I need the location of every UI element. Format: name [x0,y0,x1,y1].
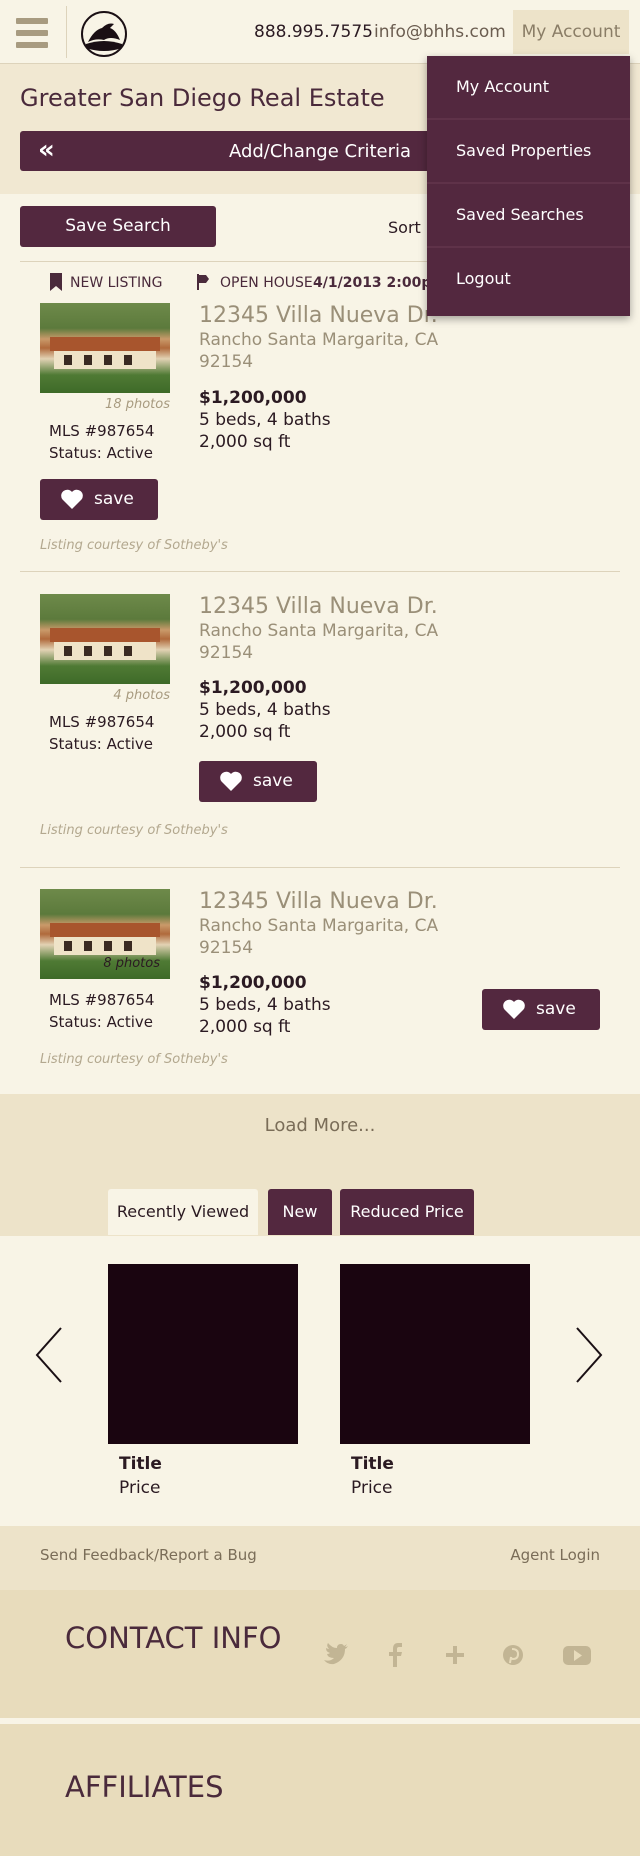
facebook-icon[interactable] [380,1640,410,1670]
photo-count: 8 photos [103,956,160,971]
recently-viewed-carousel [0,1236,640,1526]
menu-icon[interactable] [16,18,48,48]
mls-number: MLS #987654 [49,713,155,731]
listing-sqft: 2,000 sq ft [199,1017,291,1037]
contact-info-heading: CONTACT INFO [65,1621,282,1655]
photo-count: 4 photos [113,688,170,703]
listing-price: $1,200,000 [199,678,307,698]
listing-photo[interactable] [40,303,170,393]
listing-city: Rancho Santa Margarita, CA [199,621,439,641]
property-card-image[interactable] [340,1264,530,1444]
agent-login-link[interactable]: Agent Login [510,1546,600,1564]
property-card-title[interactable]: Title [351,1454,394,1474]
affiliates-heading: AFFILIATES [65,1770,224,1804]
footer-links: Send Feedback/Report a Bug Agent Login [0,1526,640,1590]
save-search-button[interactable]: Save Search [20,206,216,247]
mls-number: MLS #987654 [49,422,155,440]
header-phone-link[interactable]: 888.995.7575 [254,22,373,42]
listing-address[interactable]: 12345 Villa Nueva Dr. [199,303,438,328]
tab-recently-viewed[interactable]: Recently Viewed [108,1189,258,1235]
header-email-link[interactable]: info@bhhs.com [374,22,506,42]
listing-status: Status: Active [49,1013,154,1031]
heart-icon [61,489,83,509]
listing-sqft: 2,000 sq ft [199,432,291,452]
listing-photo[interactable] [40,594,170,684]
listing-beds-baths: 5 beds, 4 baths [199,410,331,430]
menu-item-logout[interactable]: Logout [427,248,630,310]
heart-icon [220,771,242,791]
listing-price: $1,200,000 [199,973,307,993]
menu-item-my-account[interactable]: My Account [427,56,630,118]
listing-zip: 92154 [199,938,254,958]
listing-address[interactable]: 12345 Villa Nueva Dr. [199,594,438,619]
twitter-icon[interactable] [320,1640,350,1670]
tab-new[interactable]: New [268,1189,332,1235]
my-account-button[interactable]: My Account [513,10,629,54]
load-more-button[interactable]: Load More... [0,1094,640,1158]
property-card-image[interactable] [108,1264,298,1444]
listing-status: Status: Active [49,444,154,462]
menu-item-saved-searches[interactable]: Saved Searches [427,184,630,246]
property-card-title[interactable]: Title [119,1454,162,1474]
listing-beds-baths: 5 beds, 4 baths [199,700,331,720]
divider [20,571,620,572]
listing-sqft: 2,000 sq ft [199,722,291,742]
listing-courtesy: Listing courtesy of Sotheby's [40,823,228,838]
page-title: Greater San Diego Real Estate [20,84,385,112]
property-card-price: Price [119,1478,161,1498]
property-card-price: Price [351,1478,393,1498]
pinterest-icon[interactable] [498,1640,528,1670]
site-header: 888.995.7575 info@bhhs.com My Account [0,0,640,64]
listing-beds-baths: 5 beds, 4 baths [199,995,331,1015]
chevron-right-icon[interactable] [574,1326,604,1384]
save-label: save [94,489,134,509]
divider [20,867,620,868]
listing-price: $1,200,000 [199,388,307,408]
listing-zip: 92154 [199,352,254,372]
new-listing-badge: NEW LISTING [70,275,163,291]
mls-number: MLS #987654 [49,991,155,1009]
listing-address[interactable]: 12345 Villa Nueva Dr. [199,889,438,914]
open-house-badge: OPEN HOUSE [220,275,313,291]
tab-reduced-price[interactable]: Reduced Price [340,1189,474,1235]
listing-city: Rancho Santa Margarita, CA [199,916,439,936]
header-divider [66,6,67,58]
company-logo[interactable] [80,10,128,58]
flag-icon [197,274,209,290]
google-plus-icon[interactable] [440,1640,470,1670]
heart-icon [503,999,525,1019]
save-label: save [536,999,576,1019]
listing-courtesy: Listing courtesy of Sotheby's [40,1052,228,1067]
save-listing-button[interactable]: save [199,761,317,802]
bookmark-icon [50,273,62,291]
listing-courtesy: Listing courtesy of Sotheby's [40,538,228,553]
photo-count: 18 photos [105,397,170,412]
menu-item-saved-properties[interactable]: Saved Properties [427,120,630,182]
feedback-link[interactable]: Send Feedback/Report a Bug [40,1546,257,1564]
save-listing-button[interactable]: save [482,989,600,1030]
listing-zip: 92154 [199,643,254,663]
save-label: save [253,771,293,791]
listing-status: Status: Active [49,735,154,753]
save-listing-button[interactable]: save [40,479,158,520]
youtube-icon[interactable] [561,1640,593,1670]
account-dropdown-menu: My Account Saved Properties Saved Search… [427,56,630,316]
chevron-left-icon[interactable] [34,1326,64,1384]
listing-city: Rancho Santa Margarita, CA [199,330,439,350]
